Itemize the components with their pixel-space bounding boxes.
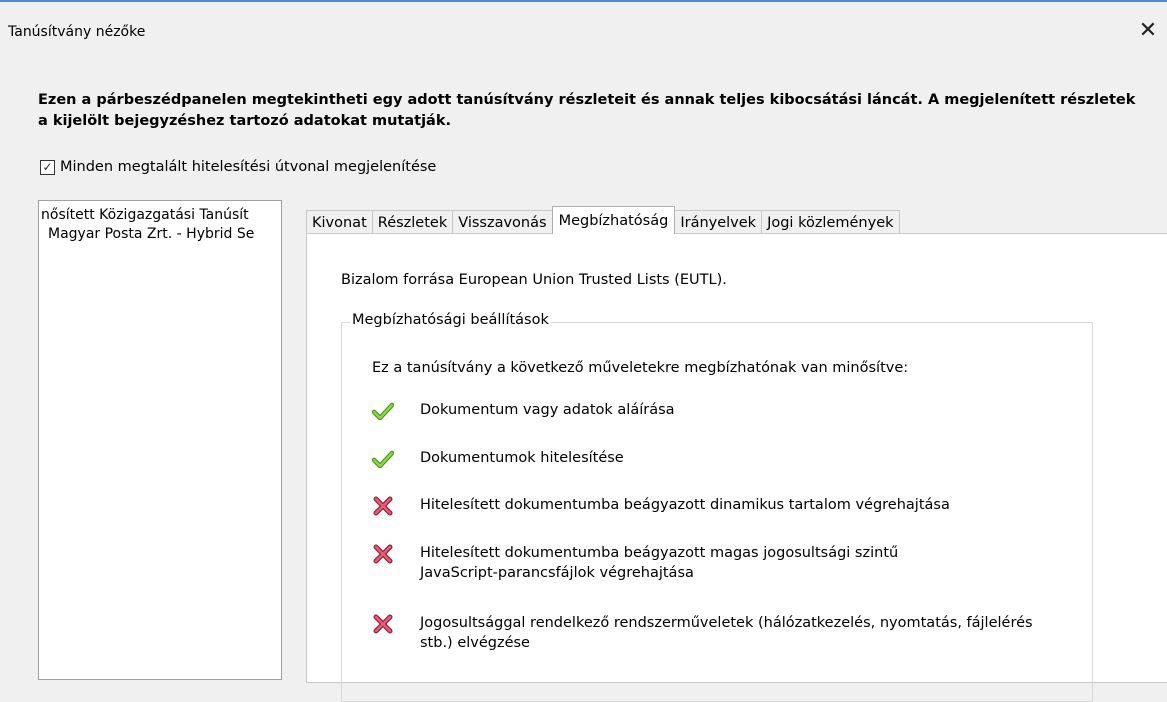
permission-item: Dokumentumok hitelesítése [372, 448, 1072, 470]
cross-icon [373, 614, 393, 634]
certificate-viewer-window: Tanúsítvány nézőke ✕ Ezen a párbeszédpan… [0, 0, 1167, 702]
tab-megbizhatosag[interactable]: Megbízhatóság [551, 206, 676, 234]
certificate-chain-tree[interactable]: nősített Közigazgatási Tanúsít Magyar Po… [38, 200, 282, 680]
tab-reszletek[interactable]: Részletek [371, 210, 454, 234]
show-all-paths-label: Minden megtalált hitelesítési útvonal me… [60, 159, 437, 175]
check-icon [372, 402, 394, 421]
trust-settings-title: Megbízhatósági beállítások [350, 312, 551, 328]
tree-item-root[interactable]: nősített Közigazgatási Tanúsít [39, 201, 281, 225]
cross-icon [373, 544, 393, 564]
show-all-paths-checkbox[interactable]: ✓ Minden megtalált hitelesítési útvonal … [40, 159, 436, 175]
trust-source-text: Bizalom forrása European Union Trusted L… [341, 272, 727, 288]
cross-icon [373, 496, 393, 516]
close-icon[interactable]: ✕ [1135, 18, 1161, 44]
checkbox-box[interactable]: ✓ [40, 159, 55, 175]
window-title: Tanúsítvány nézőke [8, 24, 146, 40]
trust-settings-group: Megbízhatósági beállítások Ez a tanúsítv… [341, 312, 1093, 702]
tab-visszavonas[interactable]: Visszavonás [452, 210, 553, 234]
permission-label: Dokumentumok hitelesítése [420, 450, 624, 466]
check-icon [372, 450, 394, 469]
trust-description: Ez a tanúsítvány a következő műveletekre… [372, 360, 909, 376]
tab-kivonat[interactable]: Kivonat [306, 210, 373, 234]
permission-label: Jogosultsággal rendelkező rendszerművele… [420, 615, 1033, 651]
tab-iranyelvek[interactable]: Irányelvek [674, 210, 763, 234]
permission-label: Hitelesített dokumentumba beágyazott din… [420, 497, 950, 513]
permission-item: Jogosultsággal rendelkező rendszerművele… [372, 613, 1072, 653]
tab-jogi-kozlemenyek[interactable]: Jogi közlemények [761, 210, 900, 234]
permission-item: Hitelesített dokumentumba beágyazott din… [372, 495, 1072, 517]
tree-item-child[interactable]: Magyar Posta Zrt. - Hybrid Se [39, 225, 281, 244]
title-bar: Tanúsítvány nézőke ✕ [0, 2, 1167, 52]
permission-label: Hitelesített dokumentumba beágyazott mag… [420, 545, 899, 581]
trust-tab-panel: Bizalom forrása European Union Trusted L… [306, 233, 1167, 702]
permission-label: Dokumentum vagy adatok aláírása [420, 402, 675, 418]
permission-item: Hitelesített dokumentumba beágyazott mag… [372, 543, 1072, 583]
intro-text: Ezen a párbeszédpanelen megtekintheti eg… [38, 92, 1136, 129]
tab-strip: Kivonat Részletek Visszavonás Megbízható… [306, 206, 900, 234]
permission-item: Dokumentum vagy adatok aláírása [372, 400, 1072, 422]
